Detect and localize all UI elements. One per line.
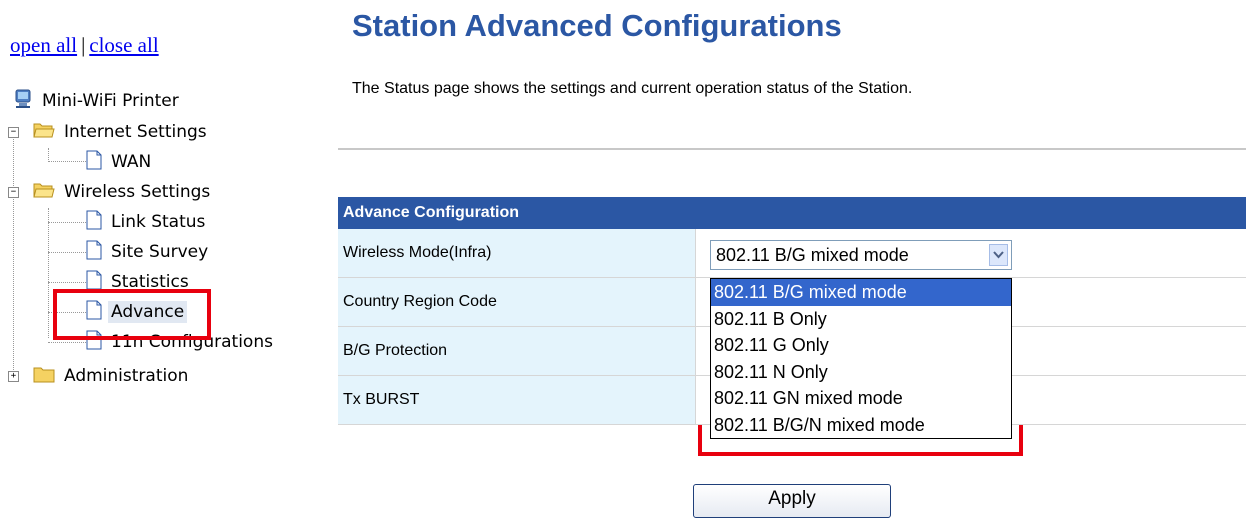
country-region-label: Country Region Code (338, 278, 696, 326)
wireless-mode-selected-value: 802.11 B/G mixed mode (716, 244, 909, 265)
tree-item-label: Site Survey (111, 242, 209, 262)
tree-folder-wireless-settings[interactable]: Wireless Settings (33, 177, 213, 207)
tx-burst-label: Tx BURST (338, 376, 696, 424)
bg-protection-label: B/G Protection (338, 327, 696, 375)
tree-item-site-survey[interactable]: Site Survey (86, 237, 211, 267)
dropdown-option[interactable]: 802.11 B Only (711, 306, 1011, 333)
computer-icon (13, 89, 33, 114)
close-all-link[interactable]: close all (89, 33, 158, 57)
page-icon (86, 210, 102, 235)
tree-folder-internet-settings[interactable]: Internet Settings (33, 117, 210, 147)
open-all-link[interactable]: open all (10, 33, 77, 57)
wireless-mode-label: Wireless Mode(Infra) (338, 229, 696, 277)
annotation-advance-highlight (53, 289, 211, 340)
folder-open-icon (33, 121, 55, 144)
tree-item-link-status[interactable]: Link Status (86, 207, 208, 237)
tree-folder-label: Wireless Settings (64, 182, 211, 202)
dropdown-option[interactable]: 802.11 N Only (711, 359, 1011, 386)
tree-item-label: Link Status (111, 212, 206, 232)
tree-folder-label: Internet Settings (64, 122, 207, 142)
table-header: Advance Configuration (338, 197, 1246, 229)
folder-icon (33, 365, 55, 388)
collapse-internet-toggle[interactable]: − (8, 127, 19, 138)
tree-toolbar: open all | close all (10, 33, 159, 58)
tree-root[interactable]: Mini-WiFi Printer (13, 86, 182, 116)
page-description: The Status page shows the settings and c… (352, 80, 913, 97)
chevron-down-icon[interactable] (989, 244, 1008, 266)
expand-administration-toggle[interactable]: + (8, 371, 19, 382)
folder-open-icon (33, 181, 55, 204)
page-icon (86, 150, 102, 175)
collapse-wireless-toggle[interactable]: − (8, 187, 19, 198)
tree-item-wan[interactable]: WAN (86, 147, 154, 177)
tree-root-label: Mini-WiFi Printer (42, 91, 179, 111)
tree-item-label: WAN (111, 152, 152, 172)
dropdown-option[interactable]: 802.11 B/G/N mixed mode (711, 412, 1011, 439)
page-icon (86, 240, 102, 265)
wireless-mode-select[interactable]: 802.11 B/G mixed mode (710, 240, 1012, 270)
tree-folder-label: Administration (64, 366, 189, 386)
wireless-mode-dropdown-list: 802.11 B/G mixed mode 802.11 B Only 802.… (710, 278, 1012, 439)
dropdown-option[interactable]: 802.11 G Only (711, 332, 1011, 359)
dropdown-option[interactable]: 802.11 GN mixed mode (711, 385, 1011, 412)
divider (338, 148, 1246, 150)
tree-folder-administration[interactable]: Administration (33, 361, 191, 391)
link-separator: | (81, 33, 86, 57)
page-title: Station Advanced Configurations (352, 8, 842, 43)
dropdown-option[interactable]: 802.11 B/G mixed mode (711, 279, 1011, 306)
